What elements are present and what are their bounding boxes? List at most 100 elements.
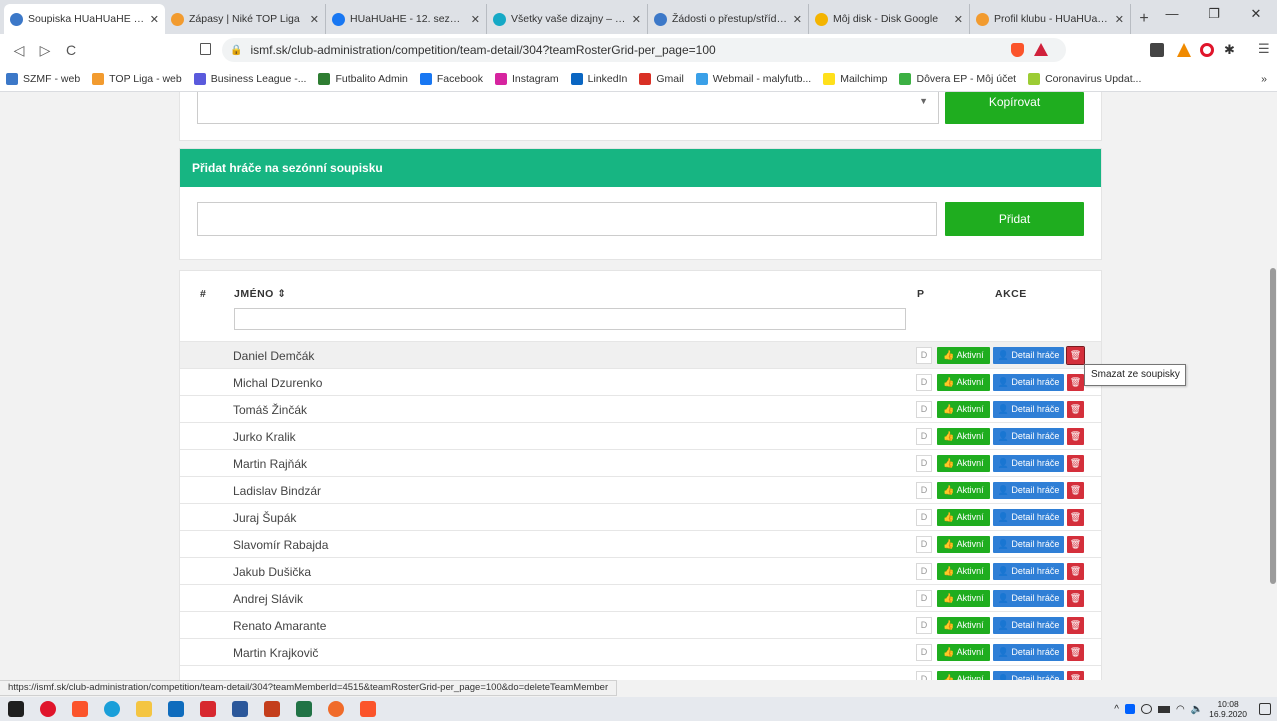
brave-rewards-icon[interactable] bbox=[1034, 43, 1048, 56]
bookmark-item[interactable]: Instagram bbox=[494, 72, 559, 85]
delete-button[interactable]: 🗑 bbox=[1067, 590, 1084, 607]
taskbar-outlook-icon[interactable] bbox=[160, 697, 192, 721]
active-button[interactable]: 👍 Aktivní bbox=[937, 428, 990, 445]
delete-button[interactable]: 🗑 bbox=[1067, 644, 1084, 661]
tab-close-icon[interactable]: ✕ bbox=[310, 13, 319, 26]
bookmark-item[interactable]: Business League -... bbox=[193, 72, 306, 85]
taskbar-brave-icon[interactable] bbox=[64, 697, 96, 721]
player-detail-button[interactable]: 👤 Detail hráče bbox=[993, 401, 1064, 418]
bookmark-item[interactable]: Coronavirus Updat... bbox=[1028, 72, 1141, 85]
player-detail-button[interactable]: 👤 Detail hráče bbox=[993, 536, 1064, 553]
bookmark-item[interactable]: Webmail - malyfutb... bbox=[695, 72, 811, 85]
delete-button[interactable]: 🗑 bbox=[1067, 455, 1084, 472]
taskbar-word-icon[interactable] bbox=[224, 697, 256, 721]
notifications-icon[interactable] bbox=[1259, 703, 1271, 715]
active-button[interactable]: 👍 Aktivní bbox=[937, 590, 990, 607]
delete-button[interactable]: 🗑 bbox=[1067, 509, 1084, 526]
tray-chevron-icon[interactable]: ^ bbox=[1114, 704, 1119, 715]
name-filter-input[interactable] bbox=[234, 308, 906, 330]
active-button[interactable]: 👍 Aktivní bbox=[937, 671, 990, 680]
volume-icon[interactable]: 🔈 bbox=[1191, 704, 1203, 715]
player-detail-button[interactable]: 👤 Detail hráče bbox=[993, 590, 1064, 607]
add-player-button[interactable]: Přidat bbox=[945, 202, 1084, 236]
delete-button[interactable]: 🗑 bbox=[1067, 401, 1084, 418]
browser-tab[interactable]: Môj disk - Disk Google ✕ bbox=[809, 4, 970, 34]
tab-close-icon[interactable]: ✕ bbox=[793, 13, 802, 26]
back-button[interactable]: ◁ bbox=[6, 42, 32, 59]
close-window-button[interactable]: ✕ bbox=[1235, 0, 1277, 30]
tab-close-icon[interactable]: ✕ bbox=[150, 13, 159, 26]
browser-tab[interactable]: Žádosti o přestup/střídání ✕ bbox=[648, 4, 809, 34]
season-select[interactable]: ▼ bbox=[197, 92, 939, 124]
network-icon[interactable] bbox=[1140, 704, 1152, 714]
active-button[interactable]: 👍 Aktivní bbox=[937, 563, 990, 580]
maximize-button[interactable]: ❐ bbox=[1193, 0, 1235, 30]
delete-button[interactable]: 🗑 bbox=[1067, 428, 1084, 445]
tab-close-icon[interactable]: ✕ bbox=[471, 13, 480, 26]
browser-tab[interactable]: Soupiska HUaHUaHE | ismf ✕ bbox=[4, 4, 165, 34]
bookmark-page-icon[interactable] bbox=[200, 43, 211, 55]
active-button[interactable]: 👍 Aktivní bbox=[937, 482, 990, 499]
bookmark-item[interactable]: Futbalito Admin bbox=[318, 72, 408, 85]
puzzle-icon[interactable]: ✱ bbox=[1224, 42, 1235, 58]
taskbar-start-icon[interactable] bbox=[0, 697, 32, 721]
brave-shield-icon[interactable] bbox=[1011, 43, 1024, 57]
clock[interactable]: 10:08 16.9.2020 bbox=[1209, 699, 1247, 719]
taskbar-explorer-icon[interactable] bbox=[128, 697, 160, 721]
active-button[interactable]: 👍 Aktivní bbox=[937, 374, 990, 391]
reload-button[interactable]: C bbox=[58, 42, 84, 58]
delete-button[interactable]: 🗑 bbox=[1067, 374, 1084, 391]
delete-button[interactable]: 🗑 bbox=[1066, 346, 1085, 365]
bookmark-item[interactable]: LinkedIn bbox=[570, 72, 627, 85]
tab-close-icon[interactable]: ✕ bbox=[954, 13, 963, 26]
player-detail-button[interactable]: 👤 Detail hráče bbox=[993, 644, 1064, 661]
active-button[interactable]: 👍 Aktivní bbox=[937, 644, 990, 661]
active-button[interactable]: 👍 Aktivní bbox=[937, 347, 990, 364]
menu-icon[interactable]: ☰ bbox=[1258, 41, 1270, 57]
browser-tab[interactable]: Profil klubu - HUaHUaHE ✕ bbox=[970, 4, 1131, 34]
player-detail-button[interactable]: 👤 Detail hráče bbox=[993, 671, 1064, 680]
taskbar-acrobat-icon[interactable] bbox=[192, 697, 224, 721]
player-detail-button[interactable]: 👤 Detail hráče bbox=[993, 455, 1064, 472]
active-button[interactable]: 👍 Aktivní bbox=[937, 401, 990, 418]
add-player-input[interactable] bbox=[197, 202, 937, 236]
bookmark-item[interactable]: SZMF - web bbox=[6, 72, 80, 85]
active-button[interactable]: 👍 Aktivní bbox=[937, 617, 990, 634]
player-detail-button[interactable]: 👤 Detail hráče bbox=[993, 347, 1064, 364]
delete-button[interactable]: 🗑 bbox=[1067, 563, 1084, 580]
browser-tab[interactable]: HUaHUaHE - 12. sezóna ✕ bbox=[326, 4, 487, 34]
active-button[interactable]: 👍 Aktivní bbox=[937, 536, 990, 553]
browser-tab[interactable]: Všetky vaše dizajny – Canva ✕ bbox=[487, 4, 648, 34]
bookmark-item[interactable]: Mailchimp bbox=[823, 72, 887, 85]
player-detail-button[interactable]: 👤 Detail hráče bbox=[993, 617, 1064, 634]
address-bar[interactable]: 🔒 ismf.sk/club-administration/competitio… bbox=[222, 38, 1066, 62]
taskbar-edge-icon[interactable] bbox=[96, 697, 128, 721]
player-detail-button[interactable]: 👤 Detail hráče bbox=[993, 428, 1064, 445]
tab-close-icon[interactable]: ✕ bbox=[632, 13, 641, 26]
player-detail-button[interactable]: 👤 Detail hráče bbox=[993, 374, 1064, 391]
active-button[interactable]: 👍 Aktivní bbox=[937, 509, 990, 526]
player-detail-button[interactable]: 👤 Detail hráče bbox=[993, 482, 1064, 499]
taskbar-opera-icon[interactable] bbox=[32, 697, 64, 721]
delete-button[interactable]: 🗑 bbox=[1067, 482, 1084, 499]
bookmarks-overflow-button[interactable]: » bbox=[1261, 73, 1267, 85]
active-button[interactable]: 👍 Aktivní bbox=[937, 455, 990, 472]
extension-icon[interactable] bbox=[1150, 43, 1164, 57]
minimize-button[interactable]: — bbox=[1151, 0, 1193, 30]
taskbar-chrome-like-icon[interactable] bbox=[320, 697, 352, 721]
delete-button[interactable]: 🗑 bbox=[1067, 617, 1084, 634]
battery-icon[interactable] bbox=[1157, 705, 1170, 713]
bookmark-item[interactable]: Gmail bbox=[639, 72, 684, 85]
page-scrollbar-thumb[interactable] bbox=[1270, 268, 1276, 584]
player-detail-button[interactable]: 👤 Detail hráče bbox=[993, 509, 1064, 526]
taskbar-excel-icon[interactable] bbox=[288, 697, 320, 721]
wifi-icon[interactable]: ◠ bbox=[1176, 704, 1185, 715]
column-name-sort[interactable]: JMÉNO ⇕ bbox=[234, 288, 287, 300]
vlc-extension-icon[interactable] bbox=[1177, 43, 1191, 57]
taskbar-brave-2-icon[interactable] bbox=[352, 697, 384, 721]
delete-button[interactable]: 🗑 bbox=[1067, 671, 1084, 680]
delete-button[interactable]: 🗑 bbox=[1067, 536, 1084, 553]
taskbar-powerpoint-icon[interactable] bbox=[256, 697, 288, 721]
player-detail-button[interactable]: 👤 Detail hráče bbox=[993, 563, 1064, 580]
browser-tab[interactable]: Zápasy | Niké TOP Liga ✕ bbox=[165, 4, 326, 34]
